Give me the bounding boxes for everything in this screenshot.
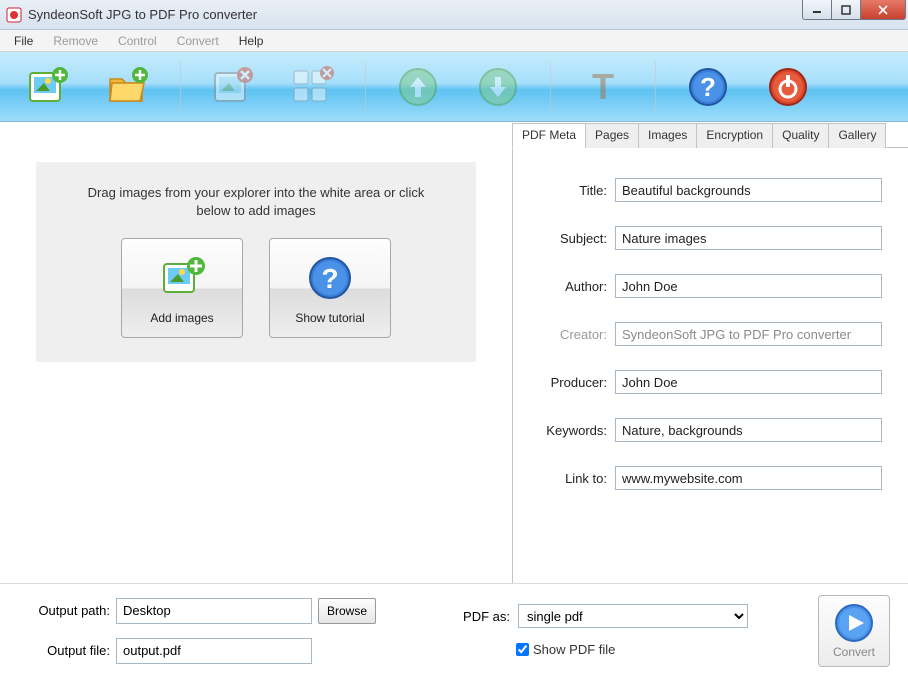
show-tutorial-button[interactable]: ? Show tutorial xyxy=(269,238,391,338)
output-path-input[interactable] xyxy=(116,598,312,624)
creator-label: Creator: xyxy=(523,327,615,342)
tab-pages[interactable]: Pages xyxy=(585,123,639,148)
title-input[interactable] xyxy=(615,178,882,202)
tab-encryption[interactable]: Encryption xyxy=(696,123,773,148)
keywords-label: Keywords: xyxy=(523,423,615,438)
add-images-button[interactable]: Add images xyxy=(121,238,243,338)
add-image-icon xyxy=(26,65,70,109)
link-label: Link to: xyxy=(523,471,615,486)
creator-input xyxy=(615,322,882,346)
browse-button[interactable]: Browse xyxy=(318,598,376,624)
svg-text:T: T xyxy=(592,66,614,107)
output-file-label: Output file: xyxy=(18,643,110,658)
minimize-button[interactable] xyxy=(802,0,832,20)
output-file-input[interactable] xyxy=(116,638,312,664)
show-pdf-checkbox[interactable] xyxy=(516,643,529,656)
play-icon xyxy=(834,603,874,643)
add-image-icon xyxy=(158,251,206,305)
help-icon: ? xyxy=(686,65,730,109)
main-area: Drag images from your explorer into the … xyxy=(0,122,908,583)
menu-control: Control xyxy=(108,32,167,50)
menu-file[interactable]: File xyxy=(4,32,43,50)
menubar: File Remove Control Convert Help xyxy=(0,30,908,52)
maximize-button[interactable] xyxy=(831,0,861,20)
close-button[interactable] xyxy=(860,0,906,20)
power-icon xyxy=(766,65,810,109)
remove-image-icon xyxy=(211,65,255,109)
titlebar: SyndeonSoft JPG to PDF Pro converter xyxy=(0,0,908,30)
window-title: SyndeonSoft JPG to PDF Pro converter xyxy=(28,7,257,22)
tab-images[interactable]: Images xyxy=(638,123,697,148)
toolbar: T ? xyxy=(0,52,908,122)
tabs: PDF Meta Pages Images Encryption Quality… xyxy=(512,122,908,148)
subject-label: Subject: xyxy=(523,231,615,246)
tab-gallery[interactable]: Gallery xyxy=(828,123,886,148)
svg-text:?: ? xyxy=(700,72,716,102)
title-label: Title: xyxy=(523,183,615,198)
left-pane: Drag images from your explorer into the … xyxy=(0,122,512,583)
menu-remove: Remove xyxy=(43,32,108,50)
producer-input[interactable] xyxy=(615,370,882,394)
author-input[interactable] xyxy=(615,274,882,298)
add-folder-button[interactable] xyxy=(100,59,156,115)
arrow-down-icon xyxy=(476,65,520,109)
window-controls xyxy=(803,0,906,22)
link-input[interactable] xyxy=(615,466,882,490)
tab-pdf-meta[interactable]: PDF Meta xyxy=(512,123,586,148)
add-folder-icon xyxy=(106,65,150,109)
remove-all-icon xyxy=(291,65,335,109)
help-icon: ? xyxy=(306,251,354,305)
keywords-input[interactable] xyxy=(615,418,882,442)
power-button[interactable] xyxy=(760,59,816,115)
meta-form: Title: Subject: Author: Creator: Produce… xyxy=(512,148,908,588)
bottom-bar: Output path: Browse Output file: PDF as:… xyxy=(0,583,908,677)
toolbar-separator xyxy=(655,62,656,112)
text-icon: T xyxy=(581,65,625,109)
tab-quality[interactable]: Quality xyxy=(772,123,829,148)
move-down-button xyxy=(470,59,526,115)
app-icon xyxy=(6,7,22,23)
drop-zone[interactable]: Drag images from your explorer into the … xyxy=(36,162,476,362)
arrow-up-icon xyxy=(396,65,440,109)
menu-help[interactable]: Help xyxy=(229,32,274,50)
toolbar-separator xyxy=(180,62,181,112)
move-up-button xyxy=(390,59,446,115)
right-pane: PDF Meta Pages Images Encryption Quality… xyxy=(512,122,908,583)
svg-text:?: ? xyxy=(321,263,338,294)
convert-label: Convert xyxy=(833,645,875,659)
show-pdf-label: Show PDF file xyxy=(533,642,615,657)
producer-label: Producer: xyxy=(523,375,615,390)
help-button[interactable]: ? xyxy=(680,59,736,115)
output-path-label: Output path: xyxy=(18,603,110,618)
pdf-as-select[interactable]: single pdf xyxy=(518,604,748,628)
add-images-label: Add images xyxy=(150,311,213,325)
menu-convert: Convert xyxy=(167,32,229,50)
pdf-as-label: PDF as: xyxy=(454,609,510,624)
remove-all-button xyxy=(285,59,341,115)
add-image-button[interactable] xyxy=(20,59,76,115)
text-button: T xyxy=(575,59,631,115)
toolbar-separator xyxy=(365,62,366,112)
author-label: Author: xyxy=(523,279,615,294)
toolbar-separator xyxy=(550,62,551,112)
convert-button[interactable]: Convert xyxy=(818,595,890,667)
remove-image-button xyxy=(205,59,261,115)
drop-hint: Drag images from your explorer into the … xyxy=(56,180,456,238)
subject-input[interactable] xyxy=(615,226,882,250)
show-tutorial-label: Show tutorial xyxy=(295,311,364,325)
